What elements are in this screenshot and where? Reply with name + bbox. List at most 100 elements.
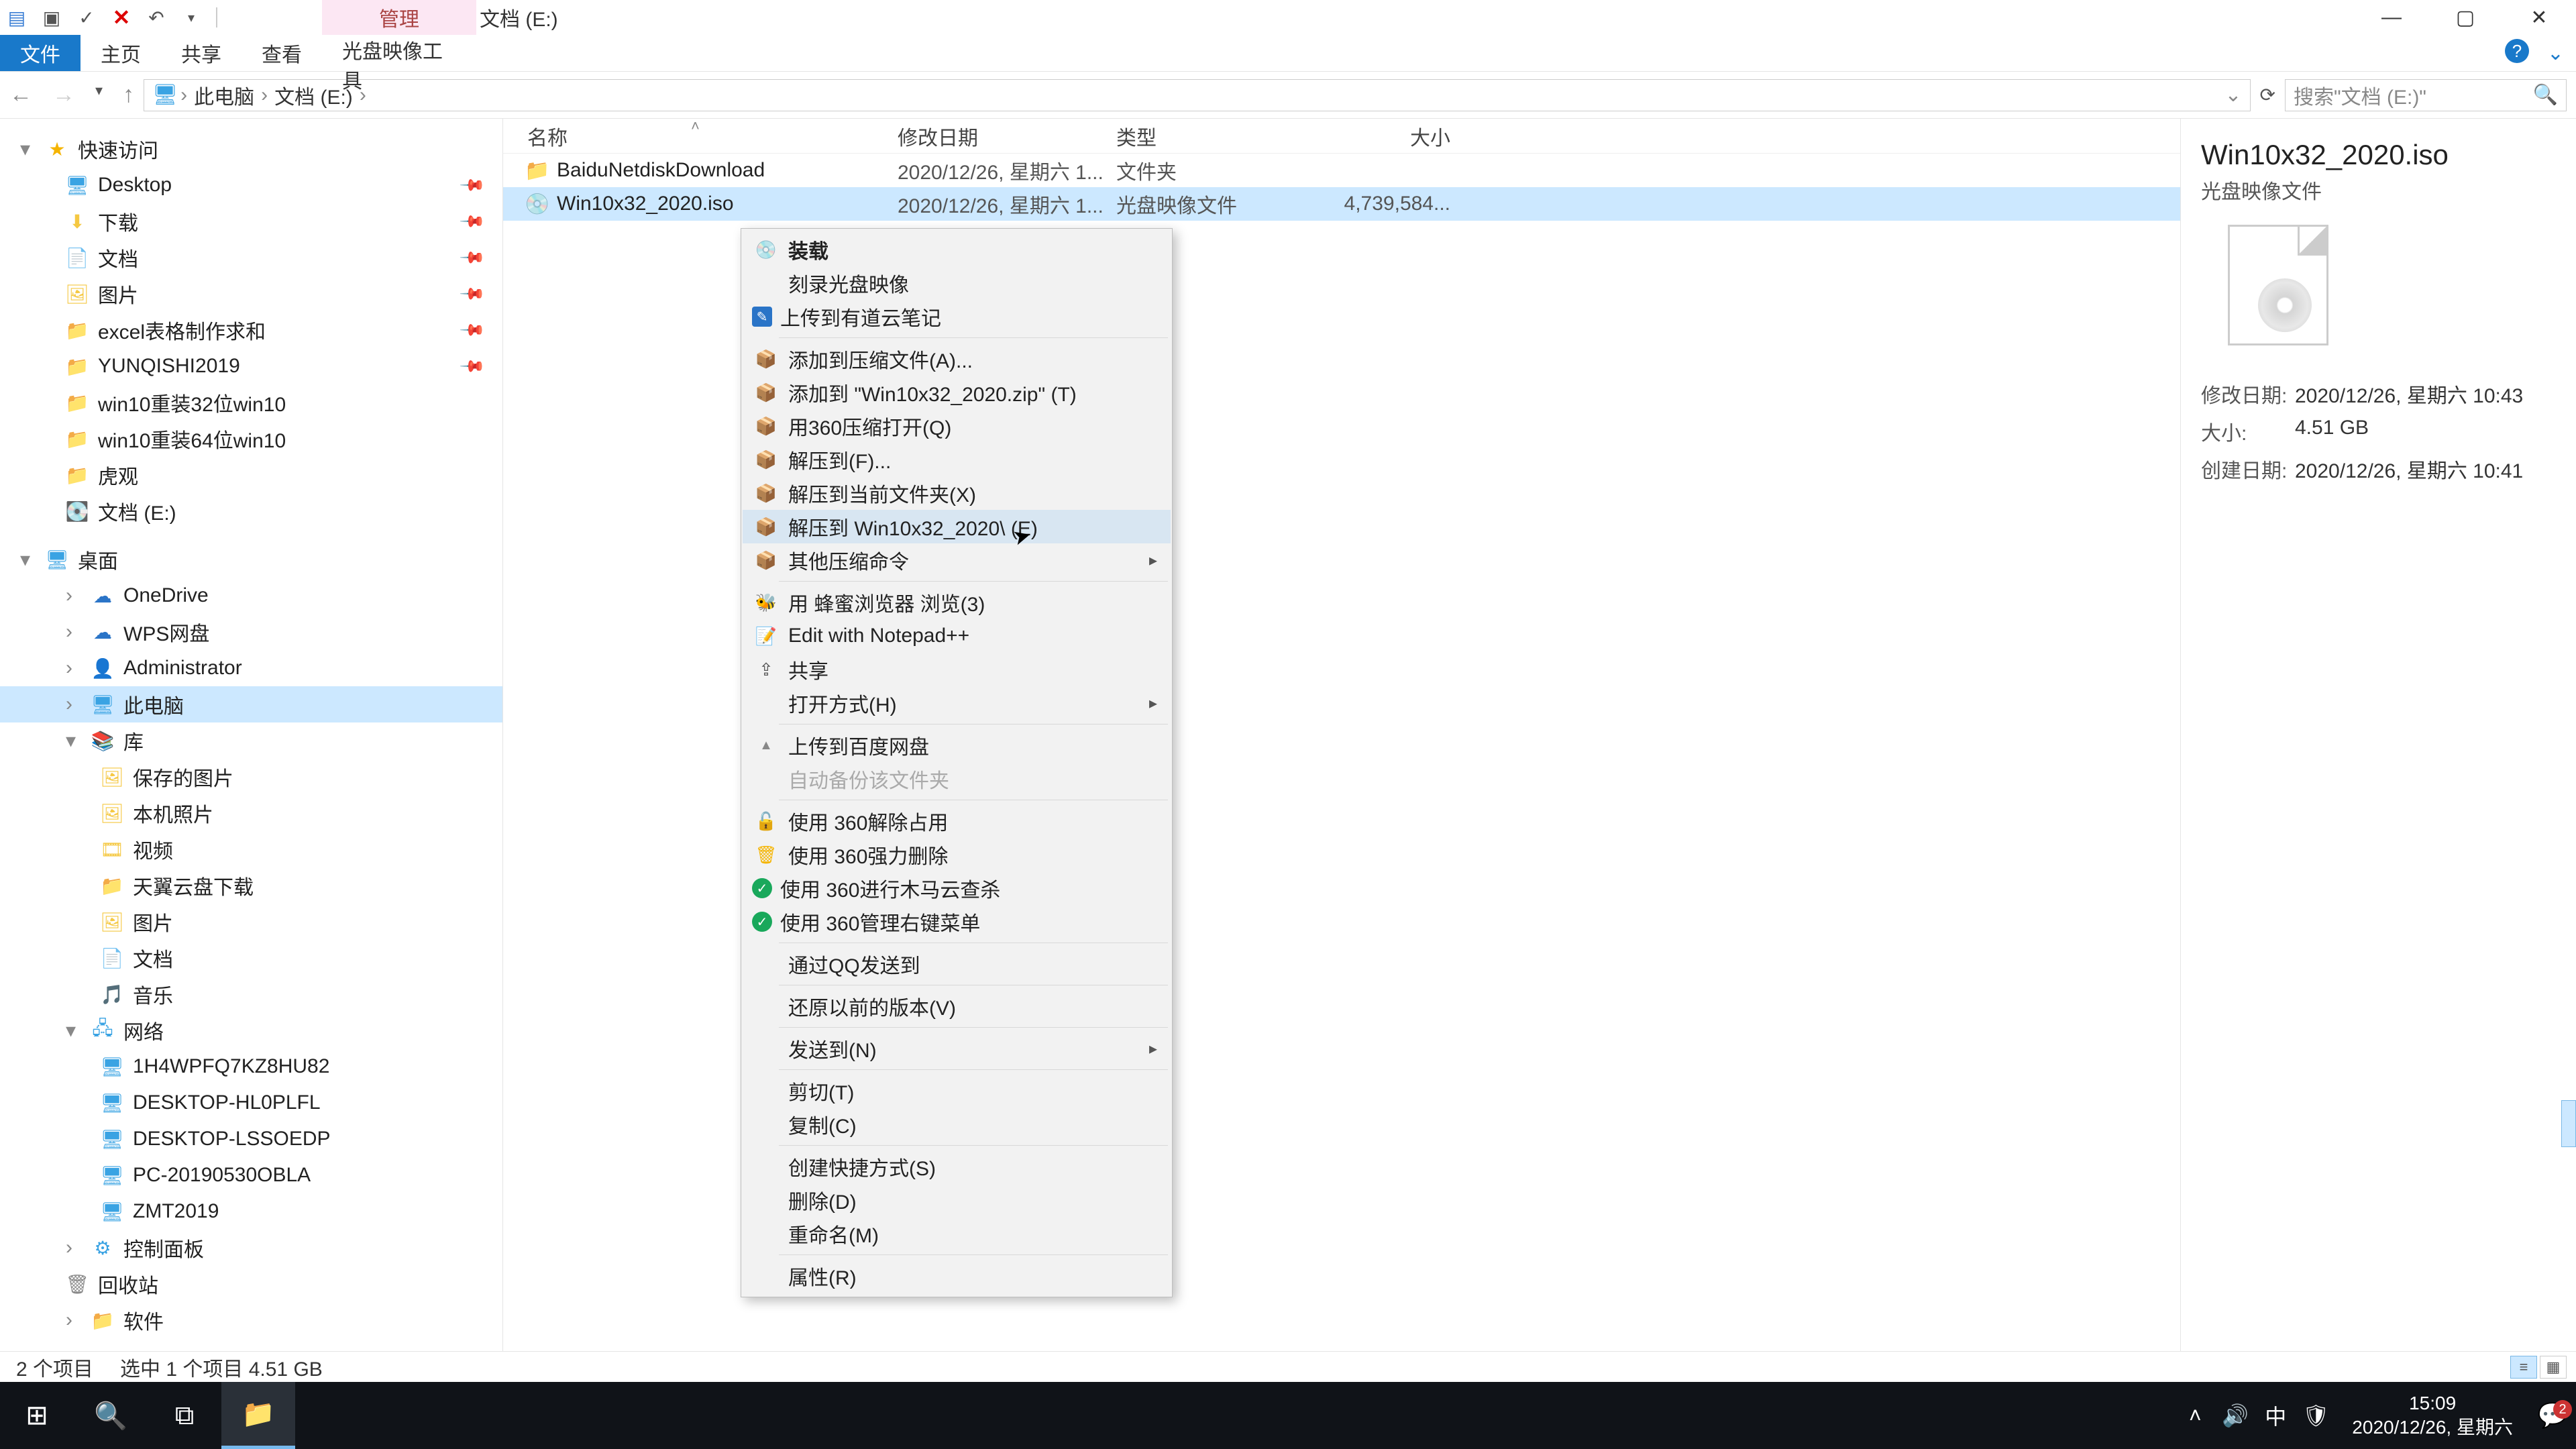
cm-360-force-delete[interactable]: 🗑使用 360强力删除 [743, 838, 1171, 871]
cm-youdao[interactable]: ✎上传到有道云笔记 [743, 300, 1171, 333]
ribbon-expand-button[interactable]: ⌄ [2547, 42, 2564, 65]
tray-overflow-icon[interactable]: ˄ [2175, 1403, 2215, 1428]
context-menu[interactable]: 💿装载 刻录光盘映像 ✎上传到有道云笔记 📦添加到压缩文件(A)... 📦添加到… [741, 228, 1173, 1297]
tree-lib-saved-pics[interactable]: 🖼保存的图片 [0, 759, 502, 795]
table-row[interactable]: 📁BaiduNetdiskDownload 2020/12/26, 星期六 1.… [503, 154, 2180, 187]
cm-cut[interactable]: 剪切(T) [743, 1074, 1171, 1108]
cm-notepadpp[interactable]: 📝Edit with Notepad++ [743, 619, 1171, 653]
column-header-name[interactable]: 名称˄ [503, 121, 898, 151]
tree-item-pictures[interactable]: 🖼图片📌 [0, 276, 502, 312]
tree-item-documents[interactable]: 📄文档📌 [0, 239, 502, 276]
nav-back-button[interactable]: ← [9, 82, 32, 108]
cm-burn[interactable]: 刻录光盘映像 [743, 266, 1171, 300]
cm-open-360zip[interactable]: 📦用360压缩打开(Q) [743, 409, 1171, 443]
cm-mount[interactable]: 💿装载 [743, 233, 1171, 266]
breadcrumb-this-pc[interactable]: 此电脑 [190, 80, 258, 110]
cm-restore-versions[interactable]: 还原以前的版本(V) [743, 989, 1171, 1023]
tree-lib-pictures[interactable]: 🖼图片 [0, 904, 502, 940]
tray-volume-icon[interactable]: 🔊 [2215, 1403, 2255, 1428]
tree-net-pc5[interactable]: 🖥ZMT2019 [0, 1193, 502, 1230]
tree-item-excel[interactable]: 📁excel表格制作求和📌 [0, 312, 502, 348]
tree-onedrive[interactable]: ›☁OneDrive [0, 578, 502, 614]
tree-item-huguan[interactable]: 📁虎观 [0, 457, 502, 493]
cm-create-shortcut[interactable]: 创建快捷方式(S) [743, 1150, 1171, 1183]
tree-item-win10-32[interactable]: 📁win10重装32位win10 [0, 384, 502, 421]
cm-delete[interactable]: 删除(D) [743, 1183, 1171, 1217]
minimize-button[interactable]: — [2355, 0, 2428, 35]
system-tray[interactable]: ˄ 🔊 中 🛡 15:09 2020/12/26, 星期六 💬2 [2175, 1382, 2576, 1449]
refresh-button[interactable]: ⟳ [2260, 84, 2275, 106]
tray-ime-icon[interactable]: 中 [2255, 1400, 2296, 1431]
navigation-pane[interactable]: ▾★快速访问 🖥Desktop📌 ⬇下载📌 📄文档📌 🖼图片📌 📁excel表格… [0, 119, 503, 1351]
tree-net-pc2[interactable]: 🖥DESKTOP-HL0PLFL [0, 1085, 502, 1121]
taskbar-explorer-button[interactable]: 📁 [221, 1382, 295, 1449]
maximize-button[interactable]: ▢ [2428, 0, 2502, 35]
tree-item-desktop[interactable]: 🖥Desktop📌 [0, 167, 502, 203]
qat-newfolder-icon[interactable]: ✓ [76, 7, 97, 28]
search-button[interactable]: 🔍 [74, 1382, 148, 1449]
column-headers[interactable]: 名称˄ 修改日期 类型 大小 [503, 119, 2180, 154]
tree-lib-docs[interactable]: 📄文档 [0, 940, 502, 976]
cm-extract-here[interactable]: 📦解压到当前文件夹(X) [743, 476, 1171, 510]
tree-quick-access[interactable]: ▾★快速访问 [0, 131, 502, 167]
ribbon-tab-home[interactable]: 主页 [80, 35, 161, 71]
action-center-button[interactable]: 💬2 [2529, 1401, 2576, 1430]
task-view-button[interactable]: ⧉ [148, 1382, 221, 1449]
nav-up-button[interactable]: ↑ [123, 82, 134, 108]
tree-wps[interactable]: ›☁WPS网盘 [0, 614, 502, 650]
tree-recycle-bin[interactable]: 🗑回收站 [0, 1266, 502, 1302]
tree-network[interactable]: ▾🖧网络 [0, 1012, 502, 1049]
tree-lib-tianyi[interactable]: 📁天翼云盘下载 [0, 867, 502, 904]
close-button[interactable]: ✕ [2502, 0, 2576, 35]
view-thumbnails-button[interactable]: ▦ [2540, 1356, 2567, 1379]
cm-properties[interactable]: 属性(R) [743, 1259, 1171, 1293]
tree-administrator[interactable]: ›👤Administrator [0, 650, 502, 686]
cm-send-to[interactable]: 发送到(N)▸ [743, 1032, 1171, 1065]
qat-undo-icon[interactable]: ↶ [146, 7, 166, 28]
tree-this-pc[interactable]: ›🖥此电脑 [0, 686, 502, 722]
tree-desktop-root[interactable]: ▾🖥桌面 [0, 541, 502, 578]
qat-delete-icon[interactable]: ✕ [111, 7, 131, 28]
tree-lib-local-pics[interactable]: 🖼本机照片 [0, 795, 502, 831]
scrollbar-marker[interactable] [2561, 1100, 2576, 1147]
tree-net-pc1[interactable]: 🖥1H4WPFQ7KZ8HU82 [0, 1049, 502, 1085]
tree-item-yunqishi[interactable]: 📁YUNQISHI2019📌 [0, 348, 502, 384]
tree-libraries[interactable]: ▾📚库 [0, 722, 502, 759]
cm-add-archive-named[interactable]: 📦添加到 "Win10x32_2020.zip" (T) [743, 376, 1171, 409]
cm-qq-send[interactable]: 通过QQ发送到 [743, 947, 1171, 981]
cm-360-unlock[interactable]: 🔓使用 360解除占用 [743, 804, 1171, 838]
cm-add-archive[interactable]: 📦添加到压缩文件(A)... [743, 342, 1171, 376]
nav-forward-button[interactable]: → [52, 82, 75, 108]
column-header-type[interactable]: 类型 [1116, 121, 1303, 151]
taskbar[interactable]: ⊞ 🔍 ⧉ 📁 ˄ 🔊 中 🛡 15:09 2020/12/26, 星期六 💬2 [0, 1382, 2576, 1449]
qat-properties-icon[interactable]: ▣ [42, 7, 62, 28]
tree-lib-video[interactable]: 🎞视频 [0, 831, 502, 867]
cm-other-compress[interactable]: 📦其他压缩命令▸ [743, 543, 1171, 577]
tree-item-downloads[interactable]: ⬇下载📌 [0, 203, 502, 239]
cm-baidu-upload[interactable]: ▲上传到百度网盘 [743, 729, 1171, 762]
cm-share[interactable]: ⇪共享 [743, 653, 1171, 686]
tray-security-icon[interactable]: 🛡 [2296, 1403, 2336, 1428]
tree-control-panel[interactable]: ›⚙控制面板 [0, 1230, 502, 1266]
search-input[interactable]: 搜索"文档 (E:)" 🔍 [2285, 79, 2567, 111]
cm-copy[interactable]: 复制(C) [743, 1108, 1171, 1141]
tree-net-pc3[interactable]: 🖥DESKTOP-LSSOEDP [0, 1121, 502, 1157]
tree-software[interactable]: ›📁软件 [0, 1302, 502, 1338]
cm-360-scan[interactable]: ✓使用 360进行木马云查杀 [743, 871, 1171, 905]
tree-net-pc4[interactable]: 🖥PC-20190530OBLA [0, 1157, 502, 1193]
cm-rename[interactable]: 重命名(M) [743, 1217, 1171, 1250]
cm-honey-browser[interactable]: 🐝用 蜂蜜浏览器 浏览(3) [743, 586, 1171, 619]
ribbon-tab-view[interactable]: 查看 [241, 35, 322, 71]
cm-extract-named[interactable]: 📦解压到 Win10x32_2020\ (E) [743, 510, 1171, 543]
column-header-date[interactable]: 修改日期 [898, 121, 1116, 151]
view-details-button[interactable]: ≡ [2510, 1356, 2537, 1379]
breadcrumb-dropdown[interactable]: ⌄ [2224, 83, 2241, 107]
ribbon-tab-share[interactable]: 共享 [161, 35, 241, 71]
tree-item-drive-e[interactable]: 💽文档 (E:) [0, 493, 502, 529]
qat-dropdown-icon[interactable]: ▾ [181, 7, 201, 28]
cm-open-with[interactable]: 打开方式(H)▸ [743, 686, 1171, 720]
tree-lib-music[interactable]: 🎵音乐 [0, 976, 502, 1012]
help-button[interactable]: ? [2505, 39, 2529, 63]
tray-clock[interactable]: 15:09 2020/12/26, 星期六 [2336, 1391, 2529, 1440]
nav-history-dropdown[interactable]: ▾ [95, 82, 103, 108]
